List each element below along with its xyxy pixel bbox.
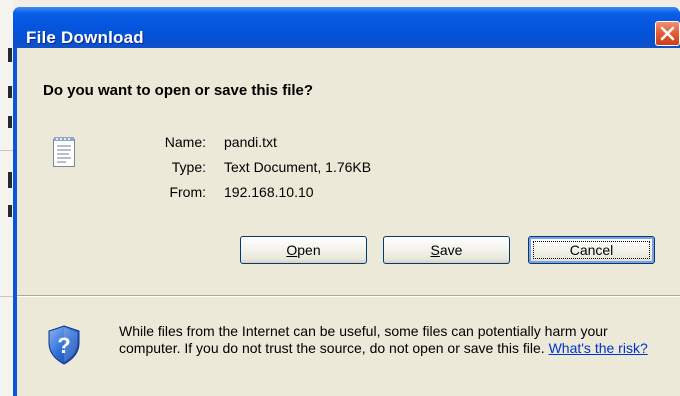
screen: File Download Do you want to open or sav…: [0, 0, 680, 396]
open-mnemonic: O: [286, 242, 298, 258]
dialog-body: Do you want to open or save this file? N…: [17, 48, 680, 396]
from-label: From:: [169, 184, 206, 200]
from-value: 192.168.10.10: [224, 184, 314, 200]
title-bar[interactable]: File Download: [13, 7, 680, 48]
background-mark: [8, 48, 12, 62]
security-shield-question-icon: ?: [47, 325, 81, 365]
dialog-question: Do you want to open or save this file?: [43, 82, 314, 99]
background-divider: [0, 296, 14, 297]
background-mark: [8, 172, 12, 188]
name-value: pandi.txt: [224, 134, 277, 150]
close-button[interactable]: [655, 21, 680, 46]
open-button[interactable]: Open: [240, 236, 367, 264]
save-button[interactable]: Save: [383, 236, 510, 264]
background-divider: [0, 150, 14, 151]
open-label: pen: [297, 242, 321, 258]
whats-the-risk-link[interactable]: What's the risk?: [549, 340, 648, 356]
security-warning: While files from the Internet can be use…: [119, 323, 669, 357]
focus-rectangle: [533, 241, 650, 259]
cancel-button[interactable]: Cancel: [528, 236, 655, 264]
background-mark: [8, 116, 12, 128]
svg-text:?: ?: [57, 333, 70, 358]
background-mark: [8, 86, 12, 98]
save-label: ave: [439, 242, 463, 258]
dialog-title: File Download: [26, 28, 144, 47]
file-download-dialog: File Download Do you want to open or sav…: [13, 7, 680, 396]
save-mnemonic: S: [430, 242, 440, 258]
type-label: Type:: [171, 159, 206, 175]
warning-text: While files from the Internet can be use…: [119, 323, 608, 356]
background-window: [0, 0, 14, 396]
background-mark: [8, 205, 12, 217]
name-label: Name:: [164, 134, 206, 150]
type-value: Text Document, 1.76KB: [224, 159, 372, 175]
separator: [17, 295, 680, 297]
